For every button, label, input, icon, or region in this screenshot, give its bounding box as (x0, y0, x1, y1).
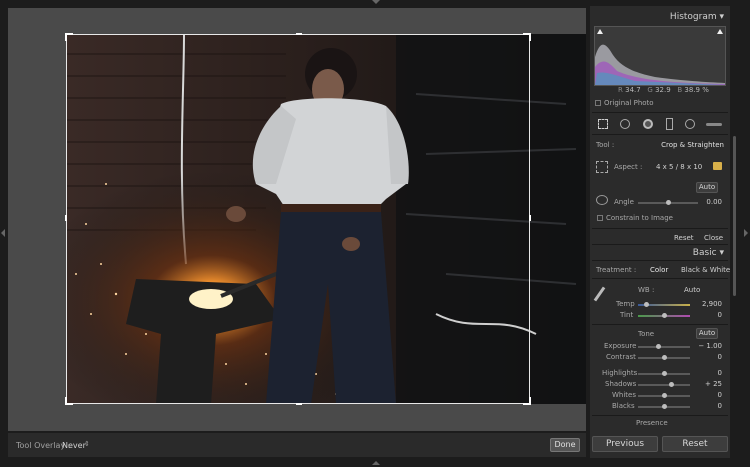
previous-button[interactable]: Previous (592, 436, 658, 452)
temp-value: 2,900 (701, 300, 722, 308)
chevron-updown-icon[interactable]: ⇕ (84, 440, 90, 448)
contrast-slider-knob[interactable] (662, 355, 667, 360)
tool-label: Tool : (596, 141, 615, 149)
panel-scrollbar[interactable] (733, 136, 736, 296)
shadows-value: + 25 (705, 380, 722, 388)
contrast-slider[interactable] (638, 355, 690, 360)
blacks-slider-knob[interactable] (662, 404, 667, 409)
develop-right-panel: Histogram ▾ R 34.7 G 32.9 B 38.9 % Origi… (590, 6, 736, 458)
tool-name: Crop & Straighten (661, 141, 724, 149)
aspect-select[interactable]: 4 x 5 / 8 x 10 (656, 163, 702, 171)
crop-handle-top-mid[interactable] (296, 33, 302, 35)
done-button[interactable]: Done (550, 438, 580, 452)
tool-overlay-select[interactable]: Never (62, 441, 86, 450)
tint-slider[interactable] (638, 313, 690, 318)
tool-strip (594, 116, 726, 132)
adjustment-brush-icon[interactable] (706, 123, 722, 126)
whites-slider-knob[interactable] (662, 393, 667, 398)
original-photo-label: Original Photo (604, 99, 654, 107)
shadows-slider-knob[interactable] (669, 382, 674, 387)
crop-handle-top-left-v[interactable] (65, 33, 67, 41)
temp-label: Temp (616, 300, 635, 308)
histogram-title[interactable]: Histogram ▾ (670, 12, 724, 22)
graduated-filter-icon[interactable] (666, 118, 673, 130)
crop-handle-left-mid[interactable] (65, 215, 67, 221)
original-photo-checkbox[interactable] (595, 100, 601, 106)
shadow-clipping-icon[interactable] (597, 29, 603, 34)
temp-slider[interactable] (638, 302, 690, 307)
tool-options-bar: Tool Overlay : Never ⇕ Done (8, 433, 586, 457)
shadows-label: Shadows (605, 380, 637, 388)
contrast-value: 0 (717, 353, 722, 361)
crop-frame[interactable] (65, 33, 531, 405)
angle-auto-button[interactable]: Auto (696, 182, 718, 193)
blacks-value: 0 (717, 402, 722, 410)
crop-handle-bottom-mid[interactable] (296, 403, 302, 405)
crop-handle-top-right-v[interactable] (529, 33, 531, 41)
crop-close-button[interactable]: Close (704, 234, 723, 242)
constrain-label: Constrain to Image (606, 214, 673, 222)
wb-label: WB : (638, 286, 655, 294)
highlight-clipping-icon[interactable] (717, 29, 723, 34)
whites-value: 0 (717, 391, 722, 399)
angle-value: 0.00 (706, 198, 722, 206)
histogram-curve (595, 44, 725, 85)
histogram-rgb-readout: R 34.7 G 32.9 B 38.9 % (618, 86, 709, 94)
lock-icon[interactable] (713, 162, 722, 170)
temp-slider-knob[interactable] (644, 302, 649, 307)
blacks-label: Blacks (612, 402, 635, 410)
crop-handle-bottom-right-v[interactable] (529, 397, 531, 405)
histogram-graph[interactable] (594, 26, 726, 86)
tone-label: Tone (638, 330, 655, 338)
right-panel-toggle-icon[interactable] (744, 229, 748, 237)
crop-handle-right-mid[interactable] (529, 215, 531, 221)
wb-select[interactable]: Auto (684, 286, 700, 294)
crop-overlay-icon[interactable] (598, 119, 608, 129)
shadows-slider[interactable] (638, 382, 690, 387)
blacks-slider[interactable] (638, 404, 690, 409)
aspect-crop-icon[interactable] (596, 161, 608, 173)
exposure-label: Exposure (604, 342, 637, 350)
treatment-label: Treatment : (596, 266, 637, 274)
angle-label: Angle (614, 198, 634, 206)
angle-slider-knob[interactable] (666, 200, 671, 205)
presence-label: Presence (636, 419, 668, 427)
left-panel-toggle-icon[interactable] (1, 229, 5, 237)
wb-eyedropper-icon[interactable] (593, 286, 606, 302)
tone-auto-button[interactable]: Auto (696, 328, 718, 339)
exposure-value: − 1.00 (698, 342, 722, 350)
top-panel-toggle-icon[interactable] (372, 0, 380, 4)
constrain-checkbox[interactable] (597, 215, 603, 221)
whites-slider[interactable] (638, 393, 690, 398)
reset-button[interactable]: Reset (662, 436, 728, 452)
tint-slider-knob[interactable] (662, 313, 667, 318)
highlights-slider[interactable] (638, 371, 690, 376)
straighten-tool-icon[interactable] (596, 195, 608, 205)
treatment-color-option[interactable]: Color (650, 266, 668, 274)
treatment-bw-option[interactable]: Black & White (681, 266, 730, 274)
basic-panel-title[interactable]: Basic ▾ (693, 248, 724, 258)
highlights-slider-knob[interactable] (662, 371, 667, 376)
contrast-label: Contrast (606, 353, 636, 361)
aspect-label: Aspect : (614, 163, 643, 171)
tint-label: Tint (620, 311, 634, 319)
whites-label: Whites (612, 391, 637, 399)
highlights-label: Highlights (602, 369, 638, 377)
tint-value: 0 (717, 311, 722, 319)
red-eye-icon[interactable] (643, 119, 653, 129)
bottom-panel-toggle-icon[interactable] (372, 461, 380, 465)
exposure-slider[interactable] (638, 344, 690, 349)
angle-slider[interactable] (638, 200, 698, 205)
crop-handle-bottom-left-v[interactable] (65, 397, 67, 405)
exposure-slider-knob[interactable] (656, 344, 661, 349)
highlights-value: 0 (717, 369, 722, 377)
spot-removal-icon[interactable] (620, 119, 630, 129)
radial-filter-icon[interactable] (685, 119, 695, 129)
crop-reset-button[interactable]: Reset (674, 234, 694, 242)
